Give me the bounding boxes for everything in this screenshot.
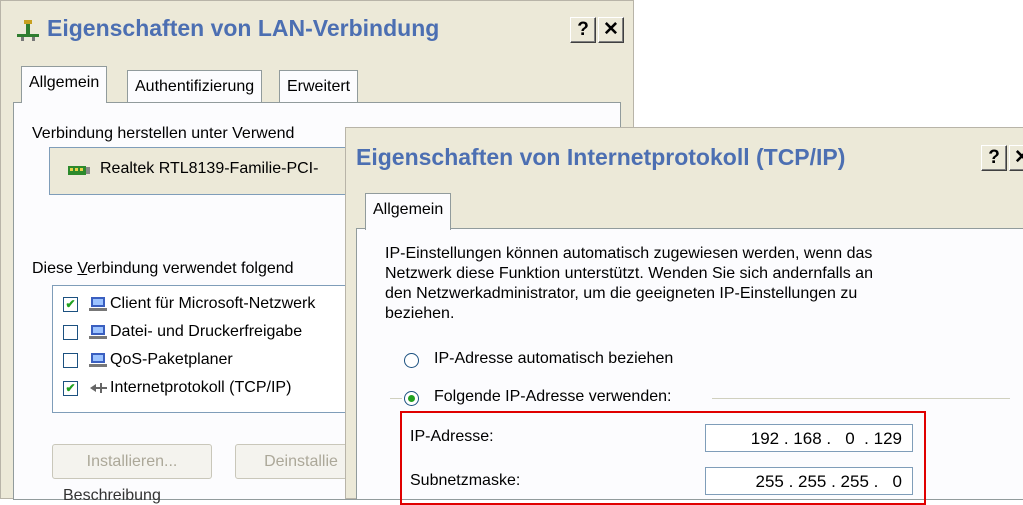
checkbox-client[interactable]: ✔ [63,296,78,312]
tab-allgemein[interactable]: Allgemein [365,193,452,230]
description-group-label: Beschreibung [63,487,161,504]
checkbox-tcpip[interactable]: ✔ [63,380,78,396]
list-item-label: QoS-Paketplaner [110,351,233,368]
tab-erweitert[interactable]: Erweitert [279,70,359,103]
list-item-tcpip[interactable]: ✔ Internetprotokoll (TCP/IP) [63,376,291,400]
components-list[interactable]: ✔ Client für Microsoft-Netzwerk Datei- u… [52,285,354,413]
subnet-mask-label: Subnetzmaske: [410,472,521,489]
list-item-file-printer-sharing[interactable]: Datei- und Druckerfreigabe [63,320,302,344]
network-card-icon [68,163,90,184]
lan-window-icon [15,20,41,42]
help-button[interactable]: ? [570,17,596,43]
adapter-box: Realtek RTL8139-Familie-PCI- [49,147,351,195]
adapter-name: Realtek RTL8139-Familie-PCI- [100,160,319,177]
tcpip-window-titlebar[interactable]: Eigenschaften von Internetprotokoll (TCP… [346,128,1023,186]
network-client-icon [88,296,108,312]
radio-manual-ip-label: Folgende IP-Adresse verwenden: [434,388,672,405]
list-item-label: Client für Microsoft-Netzwerk [110,295,316,312]
radio-auto-ip[interactable] [404,353,419,368]
list-item-label: Internetprotokoll (TCP/IP) [110,379,292,396]
radio-auto-ip-label: IP-Adresse automatisch beziehen [434,350,674,367]
close-button[interactable]: ✕ [1009,145,1023,171]
list-item-client[interactable]: ✔ Client für Microsoft-Netzwerk [63,292,315,316]
protocol-icon [88,380,108,396]
tcpip-info-text: IP-Einstellungen können automatisch zuge… [385,245,873,322]
install-button[interactable]: Installieren... [52,444,212,479]
connect-using-label: Verbindung herstellen unter Verwend [32,125,295,142]
checkbox-qos[interactable] [63,352,78,368]
ip-address-field[interactable]: 192 . 168 . 0 . 129 [705,424,913,452]
tab-allgemein[interactable]: Allgemein [21,66,108,103]
lan-window-titlebar[interactable]: Eigenschaften von LAN-Verbindung ? ✕ [1,1,633,59]
components-label: Diese Verbindung verwendet folgend [32,260,294,277]
list-item-label: Datei- und Druckerfreigabe [110,323,303,340]
help-button[interactable]: ? [981,145,1007,171]
list-item-qos[interactable]: QoS-Paketplaner [63,348,233,372]
close-button[interactable]: ✕ [598,17,624,43]
radio-manual-ip[interactable] [404,391,419,406]
network-service-icon [88,324,108,340]
group-border [712,398,1010,399]
ip-address-label: IP-Adresse: [410,428,494,445]
subnet-mask-field[interactable]: 255 . 255 . 255 . 0 [705,467,913,495]
checkbox-file-printer-sharing[interactable] [63,324,78,340]
tab-authentifizierung[interactable]: Authentifizierung [127,70,263,103]
group-border [390,398,402,399]
tcpip-window-title: Eigenschaften von Internetprotokoll (TCP… [356,144,846,170]
lan-window-title: Eigenschaften von LAN-Verbindung [47,15,440,41]
network-service-icon [88,352,108,368]
